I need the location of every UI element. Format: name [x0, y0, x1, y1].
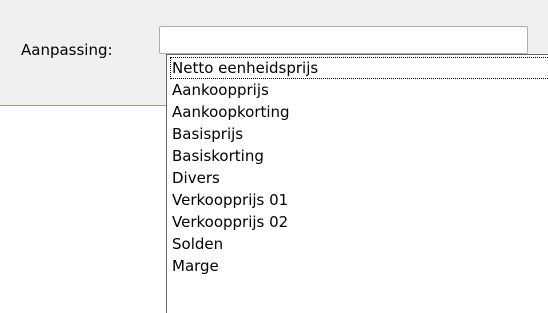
- option-verkoopprijs-02[interactable]: Verkoopprijs 02: [170, 211, 548, 233]
- option-netto-eenheidsprijs[interactable]: Netto eenheidsprijs: [170, 57, 548, 79]
- adjustment-combobox[interactable]: [159, 26, 528, 54]
- option-marge[interactable]: Marge: [170, 255, 548, 277]
- option-verkoopprijs-01[interactable]: Verkoopprijs 01: [170, 189, 548, 211]
- option-aankoopkorting[interactable]: Aankoopkorting: [170, 101, 548, 123]
- adjustment-dropdown-list[interactable]: Netto eenheidsprijs Aankoopprijs Aankoop…: [166, 54, 548, 313]
- adjustment-label: Aanpassing:: [21, 41, 113, 59]
- option-solden[interactable]: Solden: [170, 233, 548, 255]
- option-divers[interactable]: Divers: [170, 167, 548, 189]
- option-basiskorting[interactable]: Basiskorting: [170, 145, 548, 167]
- option-aankoopprijs[interactable]: Aankoopprijs: [170, 79, 548, 101]
- option-basisprijs[interactable]: Basisprijs: [170, 123, 548, 145]
